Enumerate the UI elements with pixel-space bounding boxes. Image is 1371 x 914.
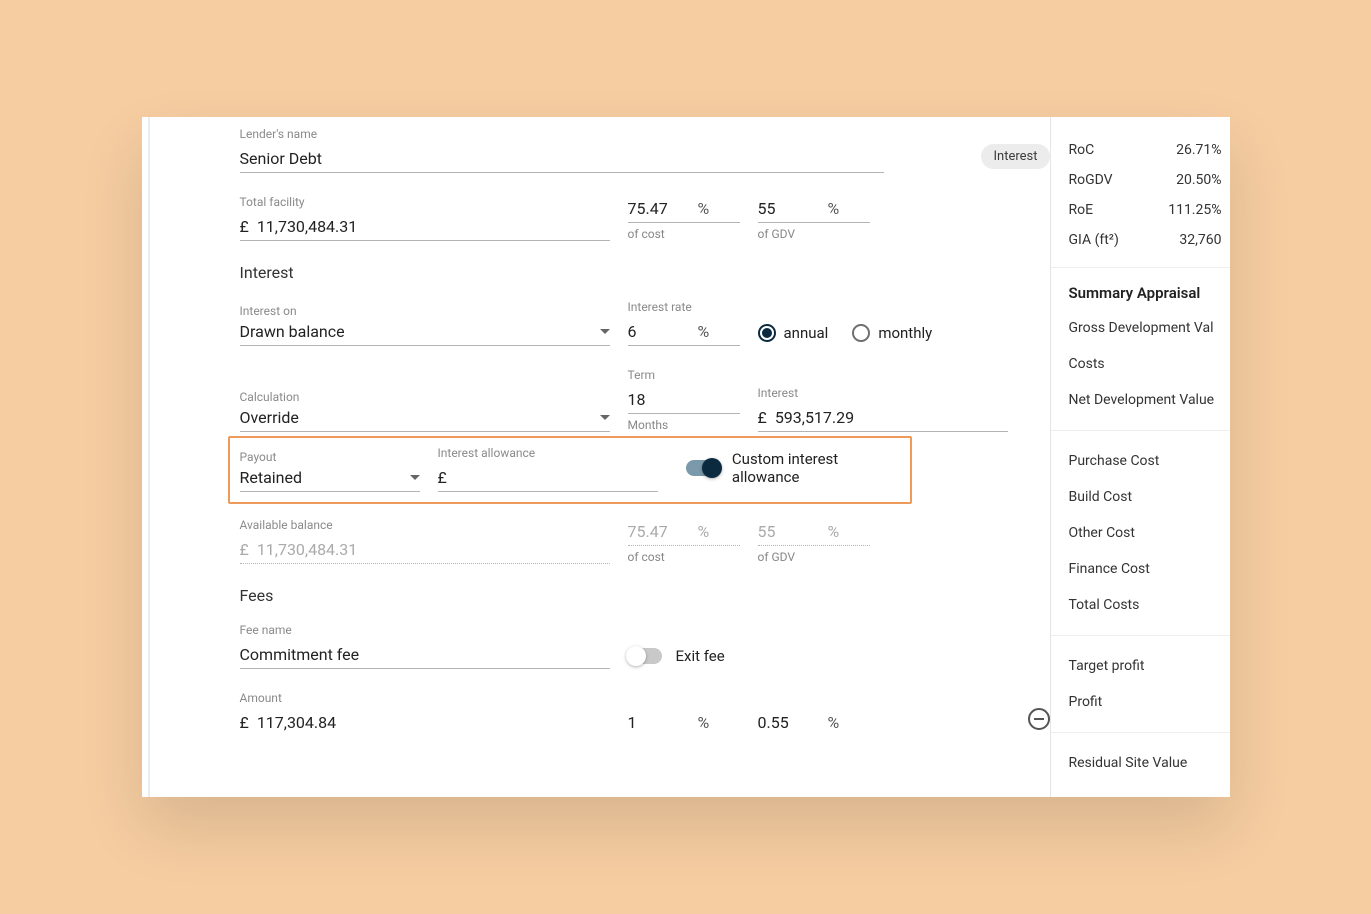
interest-badge: Interest — [981, 144, 1049, 169]
metric-row[interactable]: RoE111.25% — [1069, 195, 1230, 225]
summary-appraisal-title: Summary Appraisal — [1069, 280, 1230, 310]
total-facility-input[interactable] — [257, 213, 610, 240]
of-gdv-label: of GDV — [758, 550, 870, 564]
period-monthly-radio[interactable]: monthly — [852, 324, 932, 342]
term-label: Term — [628, 368, 740, 382]
exit-fee-label: Exit fee — [676, 647, 725, 665]
currency-symbol: £ — [240, 217, 249, 240]
interest-amount-wrap: £ — [758, 404, 1008, 432]
pct-symbol: % — [828, 522, 840, 545]
currency-symbol: £ — [240, 540, 249, 563]
interest-amount-input[interactable] — [775, 404, 1008, 431]
sidebar-item-cost[interactable]: Finance Cost — [1069, 551, 1230, 587]
radio-unselected-icon — [852, 324, 870, 342]
facility-pct-gdv-input[interactable] — [758, 195, 828, 222]
summary-sidebar: RoC26.71%RoGDV20.50%RoE111.25%GIA (ft²)3… — [1050, 117, 1230, 797]
main-form-area: Lender's name Interest Total facility £ … — [148, 117, 1050, 797]
currency-symbol: £ — [758, 408, 767, 431]
available-balance-wrap: £ — [240, 536, 610, 564]
interest-heading: Interest — [240, 263, 1050, 282]
sidebar-item-appraisal[interactable]: Gross Development Val — [1069, 310, 1230, 346]
fee-pct2-input[interactable] — [758, 709, 828, 736]
sidebar-item-profit[interactable]: Target profit — [1069, 648, 1230, 684]
fee-name-input[interactable] — [240, 641, 610, 669]
fee-amount-wrap: £ — [240, 709, 610, 736]
currency-symbol: £ — [240, 713, 249, 736]
fee-amount-input[interactable] — [257, 709, 610, 736]
available-balance-label: Available balance — [240, 518, 610, 532]
total-facility-input-wrap: £ — [240, 213, 610, 241]
currency-symbol: £ — [438, 468, 447, 491]
pct-symbol: % — [698, 199, 710, 222]
chevron-down-icon — [600, 415, 610, 420]
sidebar-item-cost[interactable]: Purchase Cost — [1069, 443, 1230, 479]
sidebar-item-appraisal[interactable]: Net Development Value — [1069, 382, 1230, 418]
sidebar-item-cost[interactable]: Total Costs — [1069, 587, 1230, 623]
pct-symbol: % — [698, 522, 710, 545]
term-input[interactable] — [628, 386, 740, 414]
pct-symbol: % — [828, 713, 840, 736]
appraisal-form-window: Lender's name Interest Total facility £ … — [142, 117, 1230, 797]
metric-row[interactable]: GIA (ft²)32,760 — [1069, 225, 1230, 255]
available-pct-cost — [628, 518, 698, 545]
fees-heading: Fees — [240, 586, 1050, 605]
remove-fee-button[interactable] — [1028, 708, 1050, 730]
radio-selected-icon — [758, 324, 776, 342]
calculation-label: Calculation — [240, 390, 610, 404]
interest-on-label: Interest on — [240, 304, 610, 318]
calculation-select[interactable]: Override — [240, 408, 610, 432]
metric-row[interactable]: RoC26.71% — [1069, 135, 1230, 165]
lender-name-label: Lender's name — [240, 127, 884, 141]
available-balance-input — [257, 536, 610, 563]
sidebar-item-appraisal[interactable]: Costs — [1069, 346, 1230, 382]
period-annual-radio[interactable]: annual — [758, 324, 829, 342]
custom-allowance-highlight: Payout Retained Interest allowance £ Cus… — [228, 436, 912, 504]
allowance-input[interactable] — [455, 464, 658, 491]
sidebar-item-cost[interactable]: Build Cost — [1069, 479, 1230, 515]
sidebar-item-cost[interactable]: Other Cost — [1069, 515, 1230, 551]
sidebar-item-profit[interactable]: Profit — [1069, 684, 1230, 720]
total-facility-label: Total facility — [240, 195, 610, 209]
allowance-label: Interest allowance — [438, 446, 658, 460]
available-pct-gdv — [758, 518, 828, 545]
custom-allowance-toggle-label: Custom interest allowance — [732, 450, 900, 486]
interest-amount-label: Interest — [758, 386, 1008, 400]
of-cost-label: of cost — [628, 550, 740, 564]
pct-symbol: % — [828, 199, 840, 222]
chevron-down-icon — [600, 329, 610, 334]
allowance-input-wrap: £ — [438, 464, 658, 492]
custom-allowance-toggle[interactable] — [686, 460, 718, 476]
interest-rate-input[interactable] — [628, 318, 698, 345]
pct-symbol: % — [698, 713, 710, 736]
metric-row[interactable]: RoGDV20.50% — [1069, 165, 1230, 195]
payout-label: Payout — [240, 450, 420, 464]
interest-on-select[interactable]: Drawn balance — [240, 322, 610, 346]
fee-pct1-input[interactable] — [628, 709, 698, 736]
pct-symbol: % — [698, 322, 710, 345]
facility-pct-cost-input[interactable] — [628, 195, 698, 222]
sidebar-item-residual[interactable]: Residual Site Value — [1069, 745, 1230, 781]
fee-amount-label: Amount — [240, 691, 610, 705]
exit-fee-toggle[interactable] — [628, 648, 662, 664]
payout-select[interactable]: Retained — [240, 468, 420, 492]
interest-rate-label: Interest rate — [628, 300, 740, 314]
lender-name-input[interactable] — [240, 145, 884, 173]
term-unit: Months — [628, 418, 740, 432]
of-gdv-label: of GDV — [758, 227, 870, 241]
fee-name-label: Fee name — [240, 623, 610, 637]
chevron-down-icon — [410, 475, 420, 480]
of-cost-label: of cost — [628, 227, 740, 241]
